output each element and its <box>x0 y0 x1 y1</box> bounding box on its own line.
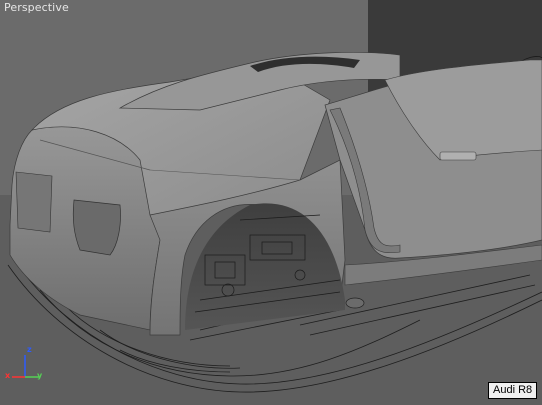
axis-x-label: x <box>5 371 11 380</box>
viewport-label[interactable]: Perspective <box>4 1 69 14</box>
taillight-left <box>72 199 121 256</box>
object-name-tooltip: Audi R8 <box>488 382 538 399</box>
axis-y-label: y <box>37 371 43 380</box>
door-handle <box>439 151 477 161</box>
axis-z-label: z <box>27 345 32 354</box>
jack-point <box>345 297 365 309</box>
rear-grille <box>15 171 53 233</box>
axis-gizmo: z x y <box>5 343 49 383</box>
perspective-viewport[interactable]: Perspective z x y Audi R8 <box>0 0 542 405</box>
scene-render[interactable] <box>0 0 542 405</box>
